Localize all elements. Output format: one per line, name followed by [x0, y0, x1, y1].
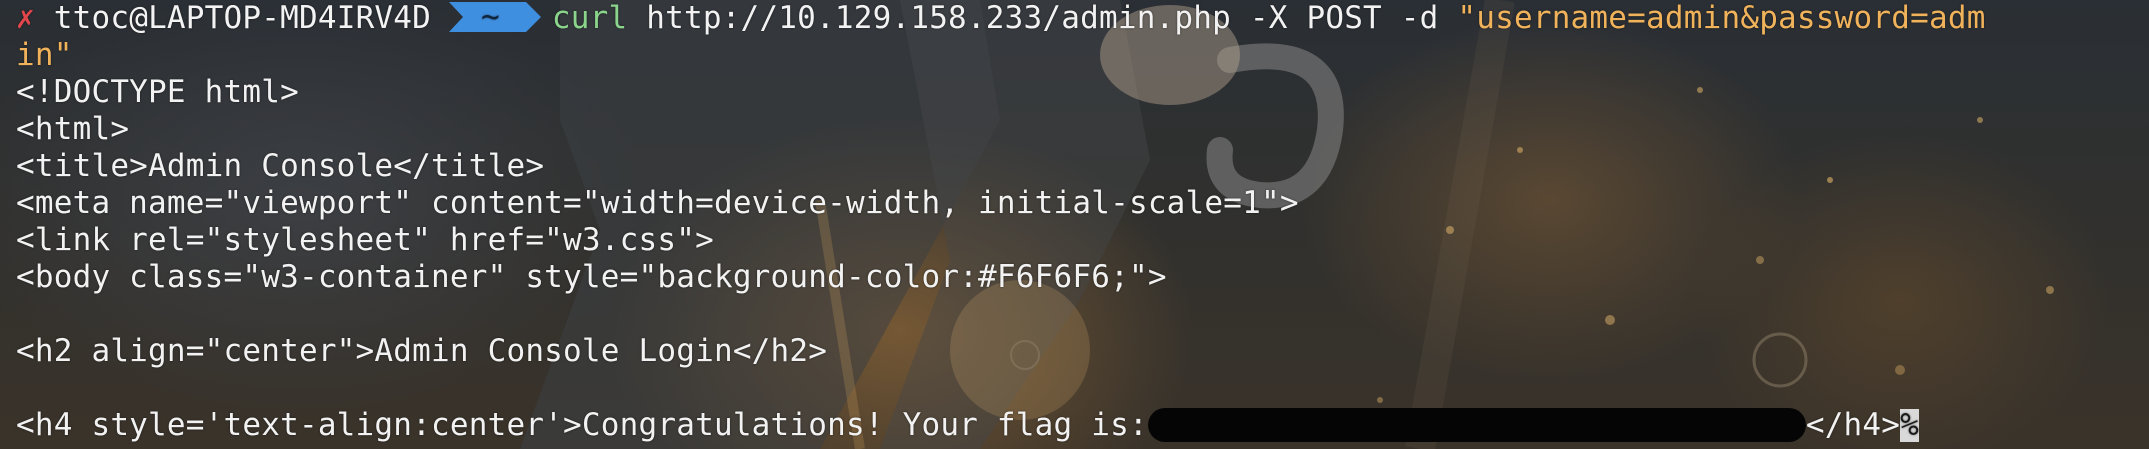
prompt-line: ✗ ttoc@LAPTOP-MD4IRV4D ~ curl http://10.12…	[16, 0, 2141, 37]
redacted-flag	[1147, 407, 1806, 442]
prompt-user-host: ttoc@LAPTOP-MD4IRV4D	[53, 0, 432, 36]
directory-segment: ~	[449, 0, 541, 35]
command-data-string: "username=admin&password=adm	[1457, 0, 1986, 36]
directory-label: ~	[481, 0, 500, 35]
output-line: <title>Admin Console</title>	[16, 148, 545, 184]
command-wrap-line: in"	[16, 37, 2141, 74]
flag-line: <h4 style='text-align:center'>Congratula…	[16, 407, 2141, 444]
output-line: <body class="w3-container" style="backgr…	[16, 259, 1167, 295]
output-line: <!DOCTYPE html>	[16, 74, 299, 110]
output-line: <html>	[16, 111, 130, 147]
command-name: curl	[551, 0, 628, 36]
terminal-window[interactable]: ✗ ttoc@LAPTOP-MD4IRV4D ~ curl http://10.12…	[0, 0, 2149, 449]
cursor-block: %	[1900, 407, 1920, 443]
command-args: http://10.129.158.233/admin.php -X POST …	[627, 0, 1458, 36]
error-x-icon: ✗	[16, 0, 35, 36]
terminal-output: ✗ ttoc@LAPTOP-MD4IRV4D ~ curl http://10.12…	[16, 0, 2141, 444]
flag-line-prefix: <h4 style='text-align:center'>Congratula…	[16, 407, 1148, 443]
output-line: <meta name="viewport" content="width=dev…	[16, 185, 1299, 221]
flag-line-suffix: </h4>	[1805, 407, 1901, 443]
output-line: <h2 align="center">Admin Console Login</…	[16, 333, 828, 369]
output-line: <link rel="stylesheet" href="w3.css">	[16, 222, 714, 258]
command-data-string-wrap: in"	[16, 37, 73, 73]
